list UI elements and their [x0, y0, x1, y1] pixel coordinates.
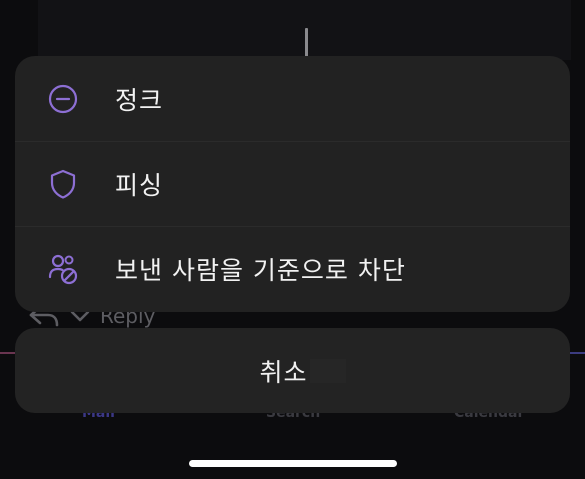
cancel-shadow-block [309, 358, 346, 383]
background-divider-right [570, 352, 585, 354]
action-junk-label: 정크 [115, 85, 164, 115]
cancel-label: 취소 [259, 357, 308, 387]
shield-icon [47, 168, 79, 200]
action-block-sender-label: 보낸 사람을 기준으로 차단 [115, 256, 406, 285]
action-junk[interactable]: 정크 [15, 56, 570, 141]
report-action-sheet: 정크 피싱 보낸 사람을 기준으로 차단 [15, 56, 570, 312]
action-block-sender[interactable]: 보낸 사람을 기준으로 차단 [15, 226, 570, 311]
action-phishing[interactable]: 피싱 [15, 141, 570, 226]
home-indicator[interactable] [189, 460, 397, 467]
background-divider-left [0, 352, 16, 354]
block-sender-icon [47, 253, 79, 285]
background-scroll-caret [305, 28, 308, 58]
action-phishing-label: 피싱 [115, 171, 164, 200]
screen: Reply Mail Search Calendar 정크 피싱 보낸 사람을 … [0, 0, 585, 479]
minus-circle-icon [47, 83, 79, 115]
cancel-button[interactable]: 취소 [15, 328, 570, 413]
